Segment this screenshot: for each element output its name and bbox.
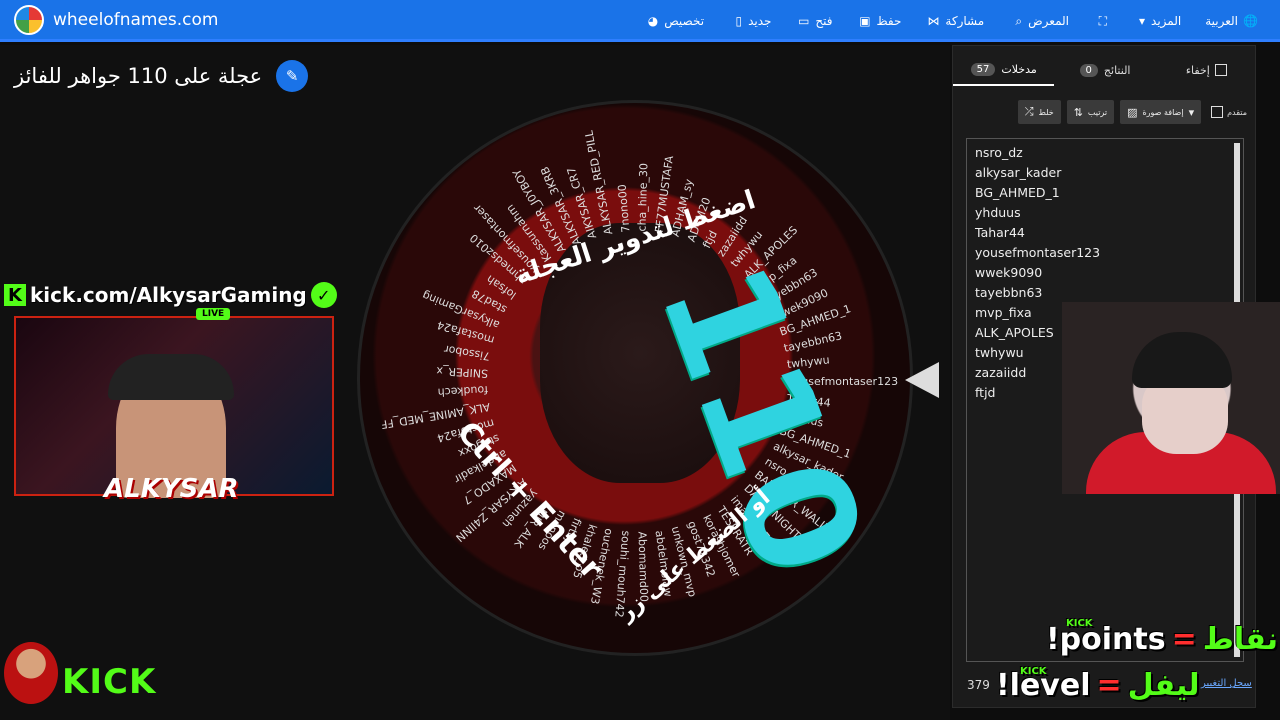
spin-wheel[interactable]: yousefmontaser123 Tahar44 yhduus BG_AHMED_1… — [357, 100, 913, 656]
wheel-logo-icon[interactable] — [14, 4, 44, 35]
kick-k-icon: K — [4, 284, 26, 306]
streamer-avatar — [4, 642, 58, 704]
share-icon: ⋈ — [927, 14, 940, 28]
sort-label: ترتيب — [1087, 107, 1108, 117]
streamer-name: ALKYSAR — [104, 474, 239, 504]
search-icon: ⌕ — [1015, 14, 1023, 28]
folder-icon: ▭ — [798, 14, 810, 28]
globe-icon: 🌐 — [1243, 14, 1258, 28]
kick-logo: KICK — [62, 662, 157, 702]
entries-toolbar: متقدم ▾ إضافة صورة ▨ ترتيب ⇅ خلط ⤮ — [965, 100, 1247, 124]
menu-gallery-label: المعرض — [1028, 14, 1070, 28]
level-arabic: ليفل — [1127, 668, 1200, 703]
level-kick-tag: KICK — [1020, 666, 1047, 677]
tab-results[interactable]: النتائج 0 — [1054, 54, 1155, 86]
streamer-url: kick.com/AlkysarGaming — [30, 283, 307, 307]
edit-title-button[interactable]: ✎ — [276, 60, 309, 92]
tab-entries[interactable]: مدخلات 57 — [953, 54, 1055, 86]
shuffle-label: خلط — [1038, 107, 1054, 117]
hide-checkbox[interactable] — [1214, 64, 1227, 76]
sort-button[interactable]: ترتيب ⇅ — [1066, 100, 1115, 124]
wheel-segment-label: 7issobor — [443, 342, 492, 364]
menu-gallery[interactable]: المعرض ⌕ — [996, 0, 1081, 42]
live-badge: LIVE — [196, 308, 231, 320]
advanced-checkbox[interactable] — [1211, 106, 1224, 118]
level-equals: = — [1096, 668, 1122, 703]
add-image-button[interactable]: ▾ إضافة صورة ▨ — [1120, 100, 1202, 124]
points-english: !points — [1046, 622, 1166, 657]
top-menu: 🌐 العربية المزيد ▾ ⛶ المعرض ⌕ مشاركة ⋈ حفظ ▣ … — [632, 0, 1270, 42]
entry-line[interactable]: yhduus — [975, 203, 1235, 223]
menu-share[interactable]: مشاركة ⋈ — [913, 0, 996, 42]
wheel-title: عجلة على 110 جواهر للفائز — [14, 64, 263, 88]
file-icon: ▯ — [735, 14, 743, 28]
menu-open-label: فتح — [815, 14, 833, 28]
points-kick-tag: KICK — [1066, 618, 1093, 629]
points-arabic: نقاط — [1202, 622, 1279, 657]
entry-line[interactable]: nsro_dz — [975, 143, 1235, 163]
entry-line[interactable]: BG_AHMED_1 — [975, 183, 1235, 203]
menu-save[interactable]: حفظ ▣ — [845, 0, 914, 42]
save-icon: ▣ — [859, 14, 871, 28]
wheel-pointer — [905, 362, 939, 398]
pencil-icon: ✎ — [285, 67, 299, 85]
menu-new[interactable]: جديد ▯ — [716, 0, 783, 42]
entry-line[interactable]: tayebbn63 — [975, 283, 1235, 303]
wheel-segment-label: foudkech — [437, 383, 489, 400]
menu-language[interactable]: 🌐 العربية — [1193, 0, 1270, 42]
points-command: نقاط = !points KICK — [1046, 618, 1279, 657]
wheel-segment-label: SNIPER_x — [436, 363, 489, 380]
entries-count-badge: 57 — [970, 62, 996, 76]
points-equals: = — [1171, 622, 1197, 657]
menu-language-label: العربية — [1205, 14, 1238, 28]
menu-more[interactable]: المزيد ▾ — [1119, 0, 1193, 42]
fullscreen-icon: ⛶ — [1098, 14, 1108, 28]
menu-new-label: جديد — [748, 14, 772, 28]
menu-share-label: مشاركة — [945, 14, 985, 28]
verified-check-icon: ✓ — [310, 282, 337, 308]
tab-results-label: النتائج — [1103, 63, 1131, 77]
site-name[interactable]: wheelofnames.com — [53, 10, 218, 30]
menu-customize[interactable]: تخصيص ◕ — [632, 0, 716, 42]
shuffle-button[interactable]: خلط ⤮ — [1017, 100, 1061, 124]
level-command: ليفل = !level KICK — [996, 666, 1200, 703]
top-bar: wheelofnames.com 🌐 العربية المزيد ▾ ⛶ المع… — [0, 0, 1280, 42]
results-count-badge: 0 — [1079, 63, 1098, 77]
hide-toggle[interactable]: إخفاء — [1156, 54, 1257, 86]
streamer-url-banner: K kick.com/AlkysarGaming ✓ — [4, 282, 337, 308]
caret-down-icon: ▾ — [1138, 14, 1146, 28]
menu-more-label: المزيد — [1151, 14, 1182, 28]
footer-version: 379 — [967, 678, 990, 692]
menu-fullscreen[interactable]: ⛶ — [1081, 0, 1119, 42]
entry-line[interactable]: yousefmontaser123 — [975, 243, 1235, 263]
entry-line[interactable]: wwek9090 — [975, 263, 1235, 283]
changelog-link[interactable]: سجل التغيير — [1201, 678, 1252, 689]
entry-line[interactable]: alkysar_kader — [975, 163, 1235, 183]
panel-tabs: إخفاء النتائج 0 مدخلات 57 — [953, 54, 1257, 86]
image-icon: ▨ — [1127, 105, 1138, 119]
entry-line[interactable]: Tahar44 — [975, 223, 1235, 243]
menu-open[interactable]: فتح ▭ — [783, 0, 844, 42]
add-image-label: إضافة صورة — [1142, 107, 1184, 117]
sort-icon: ⇅ — [1073, 105, 1083, 119]
second-person-cap — [1132, 332, 1232, 388]
second-webcam — [1062, 302, 1280, 494]
advanced-label: متقدم — [1227, 107, 1247, 117]
wheel-title-row: عجلة على 110 جواهر للفائز ✎ — [14, 60, 309, 92]
hide-label: إخفاء — [1185, 63, 1210, 77]
advanced-toggle[interactable]: متقدم — [1211, 106, 1247, 118]
menu-save-label: حفظ — [876, 14, 902, 28]
menu-customize-label: تخصيص — [664, 14, 705, 28]
palette-icon: ◕ — [647, 14, 659, 28]
streamer-webcam: LIVE ALKYSAR — [14, 308, 334, 504]
tab-entries-label: مدخلات — [1001, 62, 1037, 76]
caret-down-icon: ▾ — [1188, 105, 1195, 119]
shuffle-icon: ⤮ — [1024, 105, 1034, 118]
streamer-cap — [108, 354, 234, 400]
